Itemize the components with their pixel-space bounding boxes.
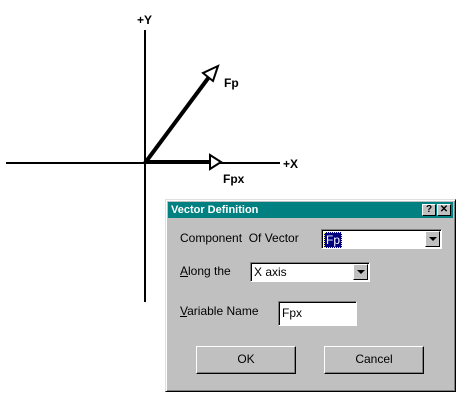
variable-name-label: Variable Name xyxy=(180,304,259,318)
along-the-label-text: long the xyxy=(188,264,231,278)
vector-fp-label: Fp xyxy=(224,76,239,90)
along-axis-dropdown-button[interactable] xyxy=(353,264,368,280)
variable-name-input[interactable]: Fpx xyxy=(278,301,357,326)
dialog-titlebar[interactable]: Vector Definition ? ✕ xyxy=(168,202,453,218)
x-axis-label: +X xyxy=(283,157,298,171)
component-of-vector-label: Component Of Vector xyxy=(180,231,299,245)
vector-fpx-label: Fpx xyxy=(223,172,245,186)
vector-fp-shaft xyxy=(143,75,211,165)
ok-button[interactable]: OK xyxy=(196,346,296,374)
chevron-down-icon xyxy=(357,270,365,274)
along-axis-value: X axis xyxy=(254,265,287,279)
close-icon[interactable]: ✕ xyxy=(437,204,451,216)
vector-definition-dialog: Vector Definition ? ✕ Component Of Vecto… xyxy=(165,199,456,392)
along-axis-select[interactable]: X axis xyxy=(250,262,370,282)
cancel-button[interactable]: Cancel xyxy=(324,346,424,374)
along-the-label: Along the xyxy=(180,264,231,278)
chevron-down-icon xyxy=(429,237,437,241)
help-icon[interactable]: ? xyxy=(422,204,436,216)
component-dropdown-button[interactable] xyxy=(425,231,440,247)
component-of-vector-select[interactable]: Fp xyxy=(321,229,442,249)
dialog-title: Vector Definition xyxy=(171,204,259,216)
along-the-label-mnemonic: A xyxy=(180,264,189,278)
component-of-vector-value: Fp xyxy=(324,232,343,248)
y-axis-label: +Y xyxy=(137,13,152,27)
vector-fpx-arrowhead-icon xyxy=(209,153,223,171)
variable-name-label-text: ariable Name xyxy=(187,304,259,318)
variable-name-value: Fpx xyxy=(282,306,303,320)
